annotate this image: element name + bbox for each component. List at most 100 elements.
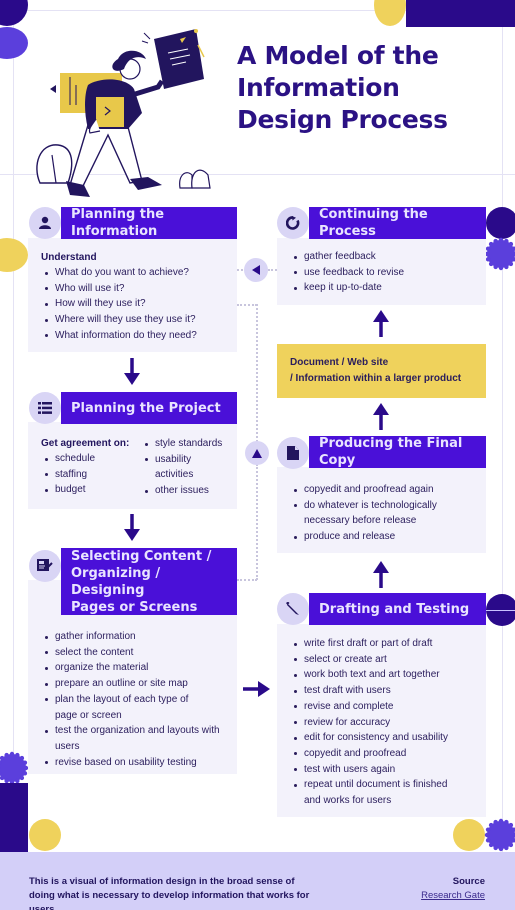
decor-circle-yellow — [0, 238, 28, 272]
planning-project-list-left: schedule staffing budget — [41, 451, 151, 498]
list-item: review for accuracy — [290, 715, 480, 731]
step-title: Planning the Information — [71, 207, 165, 239]
selecting-content-icon-badge — [29, 550, 61, 582]
output-line: / Information within a larger product — [290, 373, 462, 384]
gear-tooth — [22, 771, 28, 776]
footer-description: This is a visual of information design i… — [29, 876, 310, 910]
list-item: gather information — [41, 629, 231, 645]
title-line: Information — [237, 73, 400, 102]
gear-tooth — [0, 775, 5, 781]
decor-circle-navy — [486, 207, 515, 239]
producing-final-list: copyedit and proofread again do whatever… — [290, 482, 480, 545]
decor-circle-navy — [0, 0, 28, 26]
decor-gear-violet — [0, 751, 29, 785]
continuing-icon-badge — [277, 207, 309, 239]
gear-tooth — [498, 846, 504, 852]
continuing-content: gather feedback use feedback to revise k… — [290, 249, 480, 296]
gear-tooth — [493, 238, 498, 244]
list-icon — [38, 402, 52, 414]
connector-line — [237, 304, 257, 306]
producing-final-content: copyedit and proofread again do whatever… — [290, 482, 480, 545]
connector-line — [256, 304, 258, 442]
guide-line — [13, 0, 14, 852]
list-item: do whatever is technologically necessary… — [290, 498, 455, 529]
guide-line — [502, 0, 503, 852]
person-with-documents-illustration — [36, 29, 211, 197]
gear-tooth — [493, 819, 498, 825]
gear-tooth — [504, 819, 509, 825]
selecting-content-content: gather information select the content or… — [41, 629, 231, 770]
gear-tooth — [485, 257, 491, 262]
list-item: repeat until document is finished and wo… — [290, 777, 465, 808]
output-box: Document / Web site / Information within… — [277, 344, 486, 398]
selecting-content-header: Selecting Content / Organizing / Designi… — [61, 548, 237, 615]
planning-project-header: Planning the Project — [61, 392, 237, 424]
gear-tooth — [493, 264, 498, 270]
gear-tooth — [504, 264, 509, 270]
title-line: A Model of the — [237, 41, 439, 70]
arrow-right-icon — [243, 681, 270, 697]
continuing-list: gather feedback use feedback to revise k… — [290, 249, 480, 296]
list-item: What information do they need? — [41, 328, 236, 344]
gear-tooth — [15, 752, 20, 758]
page-title: A Model of the Information Design Proces… — [237, 40, 497, 136]
gear-tooth — [508, 261, 514, 267]
decor-circle-yellow — [374, 0, 406, 26]
gear-tooth — [22, 760, 28, 765]
producing-final-icon-badge — [277, 437, 309, 469]
selecting-content-list: gather information select the content or… — [41, 629, 231, 770]
list-item: How will they use it? — [41, 296, 236, 312]
footer: This is a visual of information design i… — [0, 852, 515, 910]
gear-tooth — [498, 818, 504, 824]
decor-circle-violet — [0, 27, 28, 59]
subheading: Understand — [41, 252, 97, 263]
drafting-testing-icon-badge — [277, 593, 309, 625]
pencil-icon — [286, 602, 299, 615]
step-title: Producing the Final Copy — [319, 436, 463, 468]
gear-tooth — [498, 237, 504, 243]
producing-final-header: Producing the Final Copy — [309, 436, 486, 468]
step-title-line: Organizing / Designing — [71, 565, 161, 598]
list-item: test draft with users — [290, 683, 480, 699]
step-title-line: Selecting Content / — [71, 548, 212, 564]
list-item: copyedit and proofread again — [290, 482, 480, 498]
source-label: Source — [452, 876, 485, 887]
list-item: revise and complete — [290, 699, 480, 715]
gear-tooth — [508, 842, 514, 848]
decor-gear-violet — [484, 237, 515, 271]
source-link[interactable]: Research Gate — [421, 890, 485, 901]
continuing-header: Continuing the Process — [309, 207, 486, 239]
list-item: edit for consistency and usability — [290, 730, 480, 746]
gear-tooth — [19, 755, 25, 761]
triangle-up-icon — [252, 448, 262, 458]
connector-line — [237, 269, 243, 271]
list-item: organize the material — [41, 660, 231, 676]
list-item: keep it up-to-date — [290, 280, 480, 296]
connector-line — [256, 464, 258, 580]
list-item: test the organization and layouts with u… — [41, 723, 221, 754]
gear-tooth — [504, 238, 509, 244]
gear-tooth — [485, 838, 491, 843]
list-item: staffing — [41, 467, 151, 483]
list-item: test with users again — [290, 762, 480, 778]
footer-source: Source Research Gate — [421, 875, 485, 903]
step-title-line: Pages or Screens — [71, 599, 198, 615]
list-item: What do you want to achieve? — [41, 265, 236, 281]
drafting-testing-header: Drafting and Testing — [309, 593, 486, 625]
arrow-up-icon — [373, 310, 389, 337]
list-item: use feedback to revise — [290, 265, 480, 281]
gear-tooth — [485, 246, 491, 251]
gear-tooth — [488, 241, 494, 247]
list-item: select the content — [41, 645, 231, 661]
edit-document-icon — [37, 559, 53, 571]
gear-tooth — [484, 832, 490, 838]
title-line: Design Process — [237, 105, 448, 134]
planning-information-list: What do you want to achieve? Who will us… — [41, 265, 236, 344]
planning-information-header: Planning the Information — [61, 207, 237, 239]
gear-tooth — [4, 752, 9, 758]
list-item: other issues — [141, 483, 231, 499]
planning-project-icon-badge — [29, 392, 61, 424]
list-item: work both text and art together — [290, 667, 480, 683]
list-item: usability activities — [141, 452, 211, 483]
gear-tooth — [508, 241, 514, 247]
